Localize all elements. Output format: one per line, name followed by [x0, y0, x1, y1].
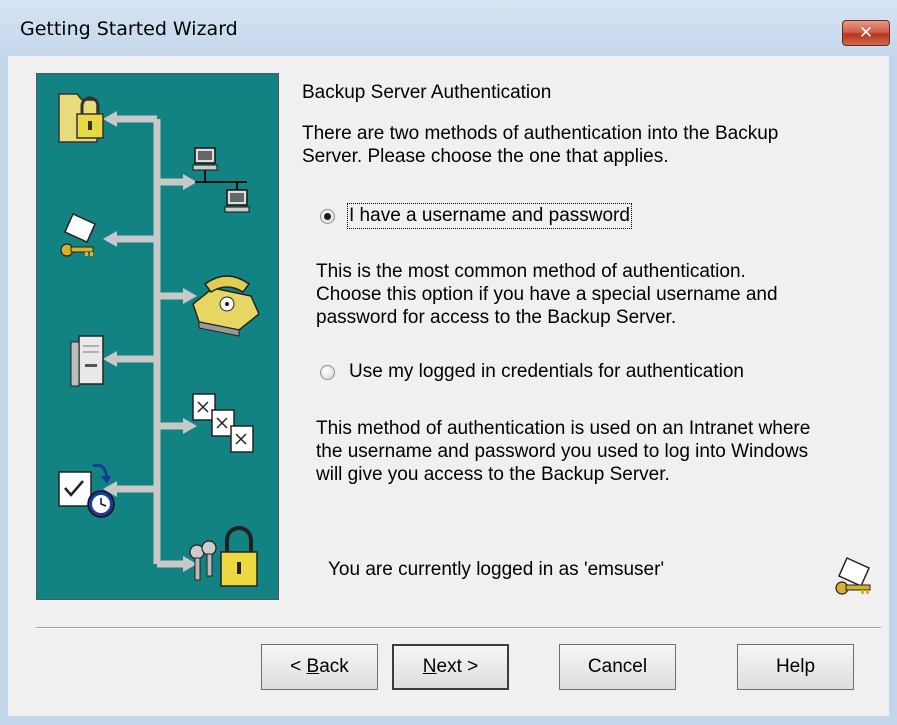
- description-line: will give you access to the Backup Serve…: [316, 464, 670, 485]
- next-button[interactable]: Next >: [392, 644, 509, 690]
- radio-logged-in-credentials[interactable]: [320, 364, 335, 380]
- radio-username-password[interactable]: [320, 208, 335, 224]
- intro-line: There are two methods of authentication …: [302, 123, 779, 144]
- window-frame-bottom: [0, 716, 897, 725]
- description-line: This method of authentication is used on…: [316, 418, 811, 439]
- radio-label-username-password[interactable]: I have a username and password: [347, 203, 632, 229]
- description-line: This is the most common method of authen…: [316, 261, 746, 282]
- key-icon: [835, 557, 871, 595]
- help-button[interactable]: Help: [737, 644, 854, 690]
- option-logged-in-credentials[interactable]: Use my logged in credentials for authent…: [320, 361, 744, 383]
- option1-description: This is the most common method of authen…: [316, 260, 778, 329]
- telephone-icon: [192, 275, 260, 337]
- option2-description: This method of authentication is used on…: [316, 417, 810, 486]
- wizard-banner: [36, 73, 279, 600]
- wizard-page: Backup Server Authentication There are t…: [8, 56, 889, 716]
- network-computers-icon: [192, 147, 250, 213]
- back-label: ack: [319, 656, 349, 677]
- page-heading: Backup Server Authentication: [302, 82, 552, 103]
- next-mnemonic: N: [422, 656, 437, 677]
- wizard-window: Getting Started Wizard ✕ Backup Server A…: [0, 0, 897, 725]
- documents-icon: [192, 393, 254, 453]
- back-label-prefix: <: [290, 656, 307, 677]
- keys-lock-icon: [189, 526, 258, 587]
- close-button[interactable]: ✕: [842, 20, 890, 46]
- cancel-button[interactable]: Cancel: [559, 644, 676, 690]
- description-line: the username and password you used to lo…: [316, 441, 809, 462]
- scheduled-task-icon: [58, 463, 115, 518]
- close-icon: ✕: [858, 23, 874, 42]
- key-icon: [60, 213, 96, 257]
- option-username-password[interactable]: I have a username and password: [320, 203, 632, 229]
- server-icon: [70, 335, 104, 387]
- login-status: You are currently logged in as 'emsuser': [328, 559, 665, 580]
- folder-lock-icon: [58, 93, 104, 143]
- back-button[interactable]: < Back: [261, 644, 378, 690]
- intro-text: There are two methods of authentication …: [302, 122, 778, 168]
- window-title: Getting Started Wizard: [20, 18, 238, 40]
- intro-line: Server. Please choose the one that appli…: [302, 146, 669, 167]
- next-label: ext >: [436, 656, 479, 677]
- button-separator: [36, 627, 881, 629]
- banner-graphic: [58, 93, 260, 587]
- banner-connectors: [112, 115, 187, 568]
- title-bar[interactable]: Getting Started Wizard ✕: [0, 0, 897, 56]
- radio-label-logged-in-credentials[interactable]: Use my logged in credentials for authent…: [349, 361, 744, 383]
- back-mnemonic: B: [306, 656, 320, 677]
- description-line: Choose this option if you have a special…: [316, 284, 778, 305]
- description-line: password for access to the Backup Server…: [316, 307, 677, 328]
